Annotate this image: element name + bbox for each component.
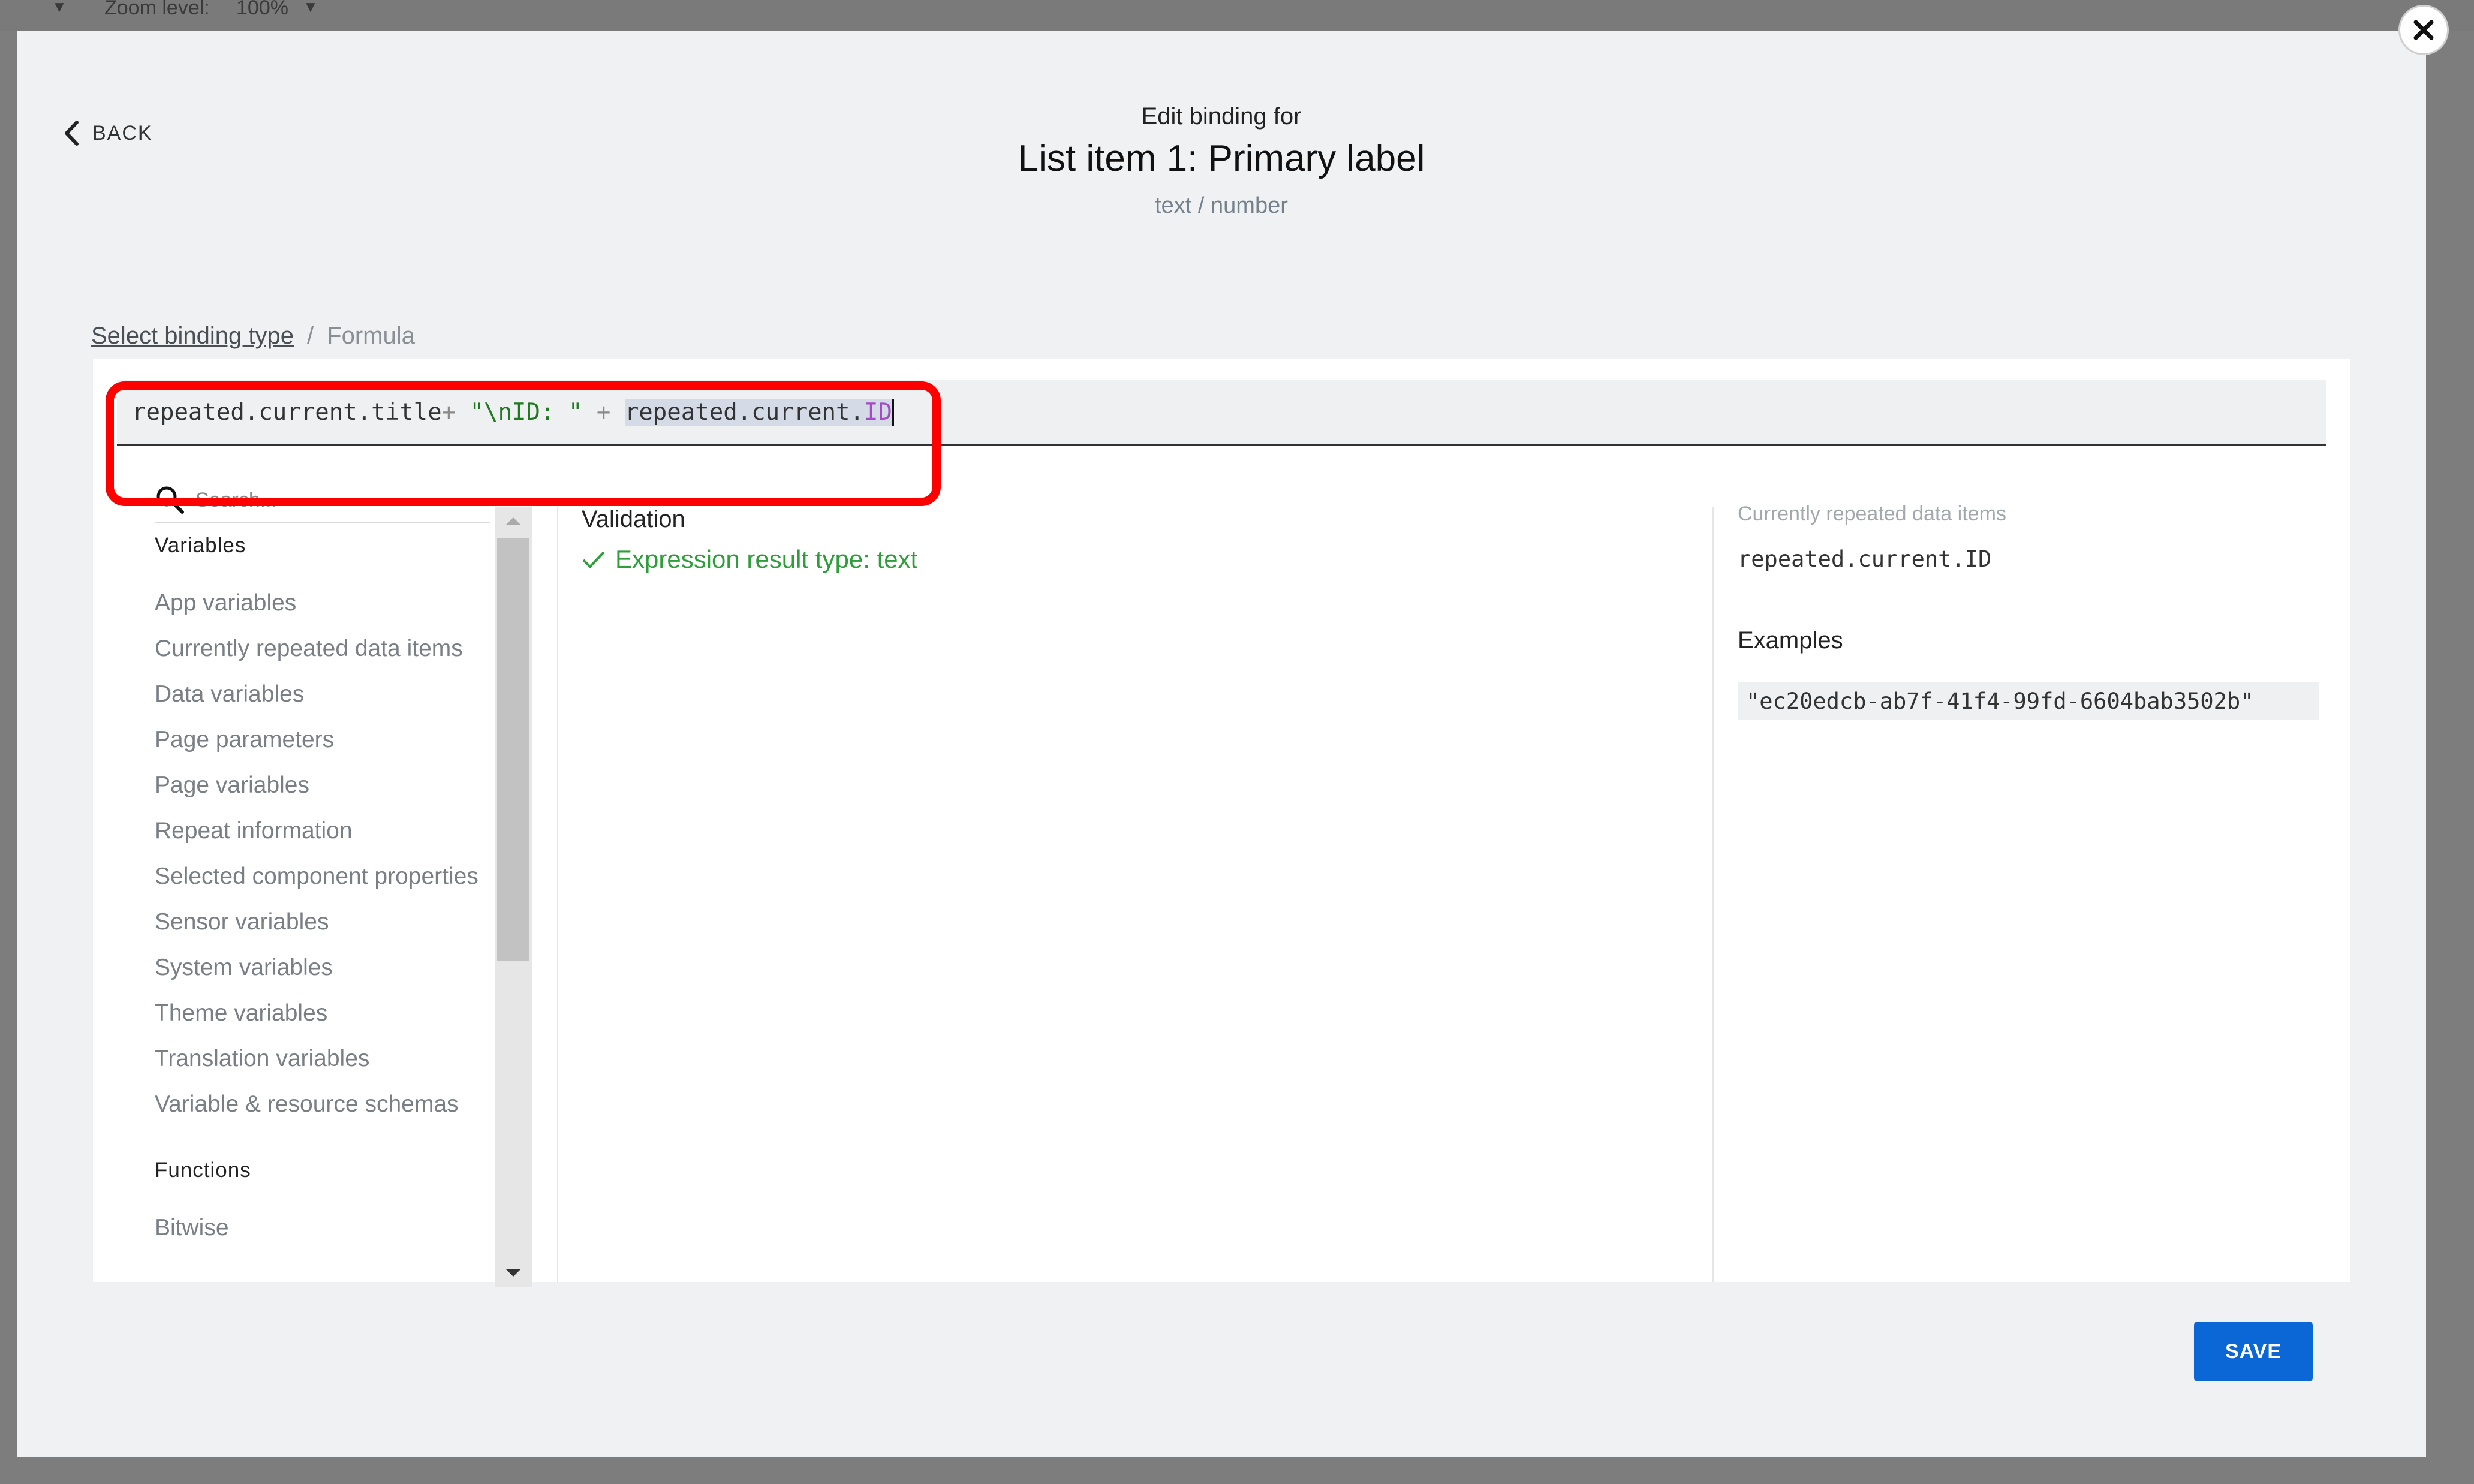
page-title: List item 1: Primary label — [1018, 138, 1425, 179]
functions-section-title: Functions — [155, 1158, 251, 1182]
example-value: "ec20edcb-ab7f-41f4-99fd-6604bab3502b" — [1738, 682, 2319, 720]
top-bar: ▼ Zoom level: 100% ▼ — [0, 0, 2474, 31]
validation-result-text: Expression result type: text — [615, 545, 918, 573]
breadcrumb: Select binding type / Formula — [91, 323, 415, 350]
edit-binding-modal: BACK Edit binding for List item 1: Prima… — [17, 31, 2426, 1457]
save-button[interactable]: SAVE — [2194, 1322, 2313, 1381]
selected-variable-path: repeated.current.ID — [1738, 546, 1992, 572]
details-title: Currently repeated data items — [1738, 502, 2006, 525]
scroll-up-arrow-icon[interactable] — [495, 507, 532, 535]
sidebar-item-selected-component-properties[interactable]: Selected component properties — [155, 854, 502, 899]
validation-title: Validation — [582, 506, 685, 532]
zoom-level-label: Zoom level: — [104, 0, 210, 19]
scroll-down-arrow-icon[interactable] — [495, 1259, 532, 1287]
sidebar-item-data-variables[interactable]: Data variables — [155, 672, 502, 717]
select-binding-type-link[interactable]: Select binding type — [91, 323, 294, 349]
sidebar-item-app-variables[interactable]: App variables — [155, 580, 502, 626]
sidebar-scrollbar[interactable] — [495, 507, 532, 1287]
sidebar-item-bitwise[interactable]: Bitwise — [155, 1205, 502, 1251]
validation-panel: Validation Expression result type: text — [582, 506, 917, 574]
scrollbar-thumb[interactable] — [497, 538, 529, 961]
binding-data-type: text / number — [1155, 193, 1288, 218]
variables-section-title: Variables — [155, 534, 246, 557]
sidebar-item-sensor-variables[interactable]: Sensor variables — [155, 899, 502, 945]
modal-header: Edit binding for List item 1: Primary la… — [17, 103, 2426, 219]
sidebar-item-system-variables[interactable]: System variables — [155, 945, 502, 991]
sidebar-item-variable-resource-schemas[interactable]: Variable & resource schemas — [155, 1082, 502, 1127]
examples-title: Examples — [1738, 627, 1843, 654]
data-item-details: Currently repeated data items repeated.c… — [1738, 502, 2325, 720]
sidebar-item-currently-repeated[interactable]: Currently repeated data items — [155, 626, 502, 672]
zoom-dropdown-icon[interactable]: ▼ — [303, 0, 318, 16]
breadcrumb-current: Formula — [327, 323, 415, 349]
close-icon — [2413, 20, 2434, 40]
breadcrumb-separator: / — [307, 323, 314, 349]
annotation-highlight-box — [106, 381, 941, 506]
sidebar-item-repeat-information[interactable]: Repeat information — [155, 808, 502, 854]
header-subtitle: Edit binding for — [1141, 103, 1302, 130]
sidebar-item-page-parameters[interactable]: Page parameters — [155, 717, 502, 763]
zoom-level-value[interactable]: 100% — [236, 0, 288, 20]
sidebar-item-translation-variables[interactable]: Translation variables — [155, 1036, 502, 1082]
validation-result: Expression result type: text — [582, 545, 917, 574]
sidebar-item-page-variables[interactable]: Page variables — [155, 763, 502, 808]
dropdown-caret-icon[interactable]: ▼ — [52, 0, 67, 16]
column-divider — [1712, 507, 1714, 1282]
sidebar-item-theme-variables[interactable]: Theme variables — [155, 991, 502, 1036]
binding-sidebar: Variables App variables Currently repeat… — [155, 529, 502, 1251]
column-divider — [557, 507, 558, 1282]
close-button[interactable] — [2398, 5, 2449, 55]
checkmark-icon — [582, 551, 605, 568]
